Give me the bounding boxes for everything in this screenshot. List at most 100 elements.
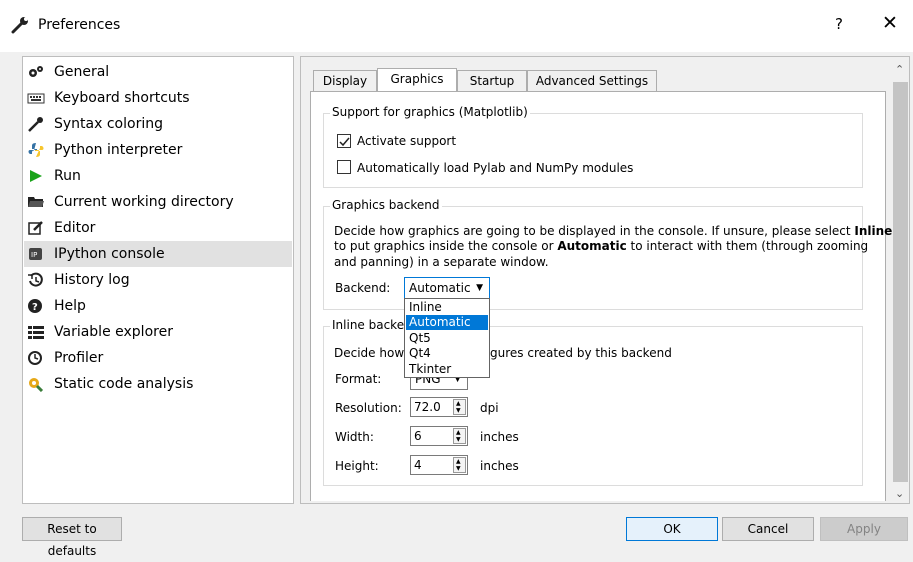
dropdown-option-automatic[interactable]: Automatic <box>406 315 488 330</box>
backend-select[interactable]: Automatic ▼ <box>404 277 490 299</box>
edit-icon <box>28 221 43 235</box>
sidebar-item-label: Static code analysis <box>54 376 194 392</box>
sidebar-item-editor[interactable]: Editor <box>24 215 292 241</box>
sidebar-item-label: Keyboard shortcuts <box>54 90 190 106</box>
spin-buttons[interactable]: ▲ ▼ <box>453 457 466 473</box>
spin-down-icon[interactable]: ▼ <box>456 408 461 414</box>
sidebar-item-label: Variable explorer <box>54 324 173 340</box>
gears-icon <box>29 66 43 77</box>
sidebar-item-label: General <box>54 64 110 80</box>
spin-buttons[interactable]: ▲ ▼ <box>453 399 466 415</box>
svg-text:IP: IP <box>31 251 37 259</box>
support-graphics-group-title: Support for graphics (Matplotlib) <box>330 105 530 119</box>
tab-graphics[interactable]: Graphics <box>377 68 457 92</box>
analysis-icon <box>29 378 44 392</box>
sidebar-item-label: Current working directory <box>54 194 234 210</box>
width-value: 6 <box>414 429 422 443</box>
preferences-sidebar: General Keyboard shortcuts Syntax colori… <box>22 56 294 504</box>
sidebar-item-run[interactable]: Run <box>24 163 292 189</box>
scrollbar-thumb[interactable] <box>893 82 908 482</box>
backend-description-line-1: Decide how graphics are going to be disp… <box>334 224 893 238</box>
python-icon <box>28 143 44 157</box>
title-bar: Preferences ? ✕ <box>0 0 913 52</box>
vertical-scrollbar[interactable]: ⌃ ⌄ <box>891 56 910 504</box>
activate-support-checkbox[interactable] <box>337 134 351 148</box>
list-icon <box>28 326 44 339</box>
sidebar-item-label: Syntax coloring <box>54 116 163 132</box>
spin-down-icon[interactable]: ▼ <box>456 437 461 443</box>
backend-description-line-3: and panning) in a separate window. <box>334 255 549 269</box>
format-label: Format: <box>335 372 382 386</box>
sidebar-item-label: Profiler <box>54 350 104 366</box>
checkmark-icon <box>339 137 350 147</box>
scroll-down-icon[interactable]: ⌄ <box>895 487 904 500</box>
inline-backend-group-title: Inline backen <box>330 318 414 332</box>
help-button[interactable]: ? <box>835 15 843 33</box>
support-graphics-group <box>323 113 863 188</box>
resolution-value: 72.0 <box>414 400 441 414</box>
height-spinbox[interactable]: 4 ▲ ▼ <box>410 455 468 475</box>
scroll-up-icon[interactable]: ⌃ <box>895 63 904 76</box>
height-value: 4 <box>414 458 422 472</box>
sidebar-item-label: Python interpreter <box>54 142 183 158</box>
tab-advanced-settings[interactable]: Advanced Settings <box>527 70 657 91</box>
reset-to-defaults-button[interactable]: Reset to defaults <box>22 517 122 558</box>
width-spinbox[interactable]: 6 ▲ ▼ <box>410 426 468 446</box>
apply-button[interactable]: Apply <box>820 517 908 541</box>
tab-startup[interactable]: Startup <box>457 70 527 91</box>
wrench-icon <box>11 17 28 34</box>
close-button[interactable]: ✕ <box>882 12 898 34</box>
resolution-unit: dpi <box>480 401 499 415</box>
backend-description-line-2: to put graphics inside the console or Au… <box>334 239 869 253</box>
clock-icon <box>28 351 42 365</box>
sidebar-item-keyboard-shortcuts[interactable]: Keyboard shortcuts <box>24 85 292 111</box>
width-unit: inches <box>480 430 519 444</box>
sidebar-item-profiler[interactable]: Profiler <box>24 345 292 371</box>
sidebar-item-label: Run <box>54 168 81 184</box>
folder-icon <box>28 197 44 207</box>
ipython-icon: IP <box>29 248 42 260</box>
backend-dropdown-list[interactable]: Inline Automatic Qt5 Qt4 Tkinter <box>404 298 490 378</box>
window-title: Preferences <box>38 17 121 33</box>
keyboard-icon <box>27 93 45 104</box>
activate-support-label: Activate support <box>357 134 457 148</box>
sidebar-item-label: Editor <box>54 220 96 236</box>
chevron-down-icon: ▼ <box>476 283 483 293</box>
sidebar-item-label: History log <box>54 272 130 288</box>
inline-desc-part-1: Decide how <box>334 346 405 360</box>
height-label: Height: <box>335 459 379 473</box>
resolution-spinbox[interactable]: 72.0 ▲ ▼ <box>410 397 468 417</box>
help-icon: ? <box>28 299 42 313</box>
width-label: Width: <box>335 430 374 444</box>
graphics-backend-group-title: Graphics backend <box>330 198 442 212</box>
backend-select-value: Automatic <box>409 281 471 295</box>
spin-buttons[interactable]: ▲ ▼ <box>453 428 466 444</box>
autoload-pylab-checkbox[interactable] <box>337 160 351 174</box>
sidebar-item-python-interpreter[interactable]: Python interpreter <box>24 137 292 163</box>
sidebar-item-variable-explorer[interactable]: Variable explorer <box>24 319 292 345</box>
history-icon <box>28 272 43 287</box>
sidebar-item-help[interactable]: ? Help <box>24 293 292 319</box>
autoload-pylab-label: Automatically load Pylab and NumPy modul… <box>357 161 634 175</box>
spin-down-icon[interactable]: ▼ <box>456 466 461 472</box>
dropdown-option-qt5[interactable]: Qt5 <box>406 331 488 346</box>
svg-text:?: ? <box>32 302 38 313</box>
dropdown-option-tkinter[interactable]: Tkinter <box>406 362 488 377</box>
resolution-label: Resolution: <box>335 401 402 415</box>
dropdown-option-qt4[interactable]: Qt4 <box>406 346 488 361</box>
sidebar-item-history-log[interactable]: History log <box>24 267 292 293</box>
dropdown-option-inline[interactable]: Inline <box>406 300 488 315</box>
sidebar-item-label: IPython console <box>54 246 165 262</box>
sidebar-item-general[interactable]: General <box>24 59 292 85</box>
ok-button[interactable]: OK <box>626 517 718 541</box>
play-icon <box>30 170 42 182</box>
sidebar-item-syntax-coloring[interactable]: Syntax coloring <box>24 111 292 137</box>
sidebar-item-label: Help <box>54 298 86 314</box>
sidebar-item-current-working-directory[interactable]: Current working directory <box>24 189 292 215</box>
tab-display[interactable]: Display <box>313 70 377 91</box>
sidebar-item-ipython-console[interactable]: IP IPython console <box>24 241 292 267</box>
backend-label: Backend: <box>335 281 391 295</box>
cancel-button[interactable]: Cancel <box>722 517 814 541</box>
height-unit: inches <box>480 459 519 473</box>
sidebar-item-static-code-analysis[interactable]: Static code analysis <box>24 371 292 397</box>
